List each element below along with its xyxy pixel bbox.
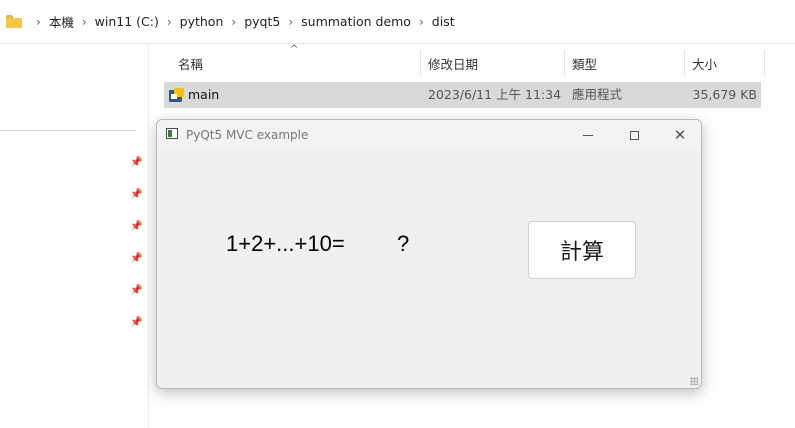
pin-icon[interactable]: 📌	[130, 318, 142, 328]
result-label: ?	[397, 231, 410, 256]
resize-grip-icon[interactable]	[690, 377, 698, 385]
column-separator[interactable]	[764, 50, 765, 76]
chevron-right-icon[interactable]: ›	[231, 15, 236, 29]
breadcrumb-item[interactable]: win11 (C:)	[95, 14, 159, 29]
file-name: main	[188, 87, 220, 102]
navigation-pane[interactable]: 📌 📌 📌 📌 📌 📌	[0, 44, 149, 428]
minimize-icon	[583, 134, 593, 136]
expression-label: 1+2+...+10=	[226, 231, 345, 256]
close-button[interactable]: ✕	[657, 120, 701, 150]
chevron-right-icon[interactable]: ›	[167, 15, 172, 29]
pin-icon[interactable]: 📌	[130, 222, 142, 232]
calculate-button[interactable]: 計算	[528, 221, 636, 279]
chevron-right-icon[interactable]: ›	[36, 15, 41, 29]
folder-icon	[6, 15, 22, 28]
breadcrumb-item[interactable]: dist	[432, 14, 455, 29]
breadcrumb-item[interactable]: 本機	[49, 12, 74, 31]
column-header-name[interactable]: 名稱	[168, 52, 420, 74]
pin-icon[interactable]: 📌	[130, 158, 142, 168]
column-header-type[interactable]: 類型	[562, 52, 684, 74]
file-row[interactable]: main 2023/6/11 上午 11:34 應用程式 35,679 KB	[164, 82, 761, 108]
maximize-icon	[629, 130, 639, 140]
file-modified: 2023/6/11 上午 11:34	[428, 87, 562, 102]
breadcrumb-item[interactable]: python	[180, 14, 224, 29]
chevron-right-icon[interactable]: ›	[82, 15, 87, 29]
file-size: 35,679 KB	[692, 87, 757, 102]
minimize-button[interactable]	[565, 120, 611, 150]
breadcrumb-item[interactable]: summation demo	[301, 14, 411, 29]
window-icon	[166, 128, 178, 139]
pin-icon[interactable]: 📌	[130, 254, 142, 264]
title-bar[interactable]: PyQt5 MVC example ✕	[157, 120, 701, 150]
app-window[interactable]: PyQt5 MVC example ✕ 1+2+...+10= ? 計算	[156, 119, 702, 389]
chevron-right-icon[interactable]: ›	[419, 15, 424, 29]
breadcrumb-item[interactable]: pyqt5	[244, 14, 280, 29]
column-header-size[interactable]: 大小	[682, 52, 762, 74]
pin-icon[interactable]: 📌	[130, 190, 142, 200]
maximize-button[interactable]	[611, 120, 657, 150]
chevron-right-icon[interactable]: ›	[288, 15, 293, 29]
pin-icon[interactable]: 📌	[130, 286, 142, 296]
column-header-modified[interactable]: 修改日期	[418, 52, 564, 74]
window-title: PyQt5 MVC example	[186, 128, 309, 142]
app-icon	[169, 88, 184, 102]
file-type: 應用程式	[572, 87, 623, 102]
address-bar[interactable]: › 本機 › win11 (C:) › python › pyqt5 › sum…	[0, 0, 795, 44]
close-icon: ✕	[673, 125, 687, 144]
nav-divider	[0, 130, 136, 131]
